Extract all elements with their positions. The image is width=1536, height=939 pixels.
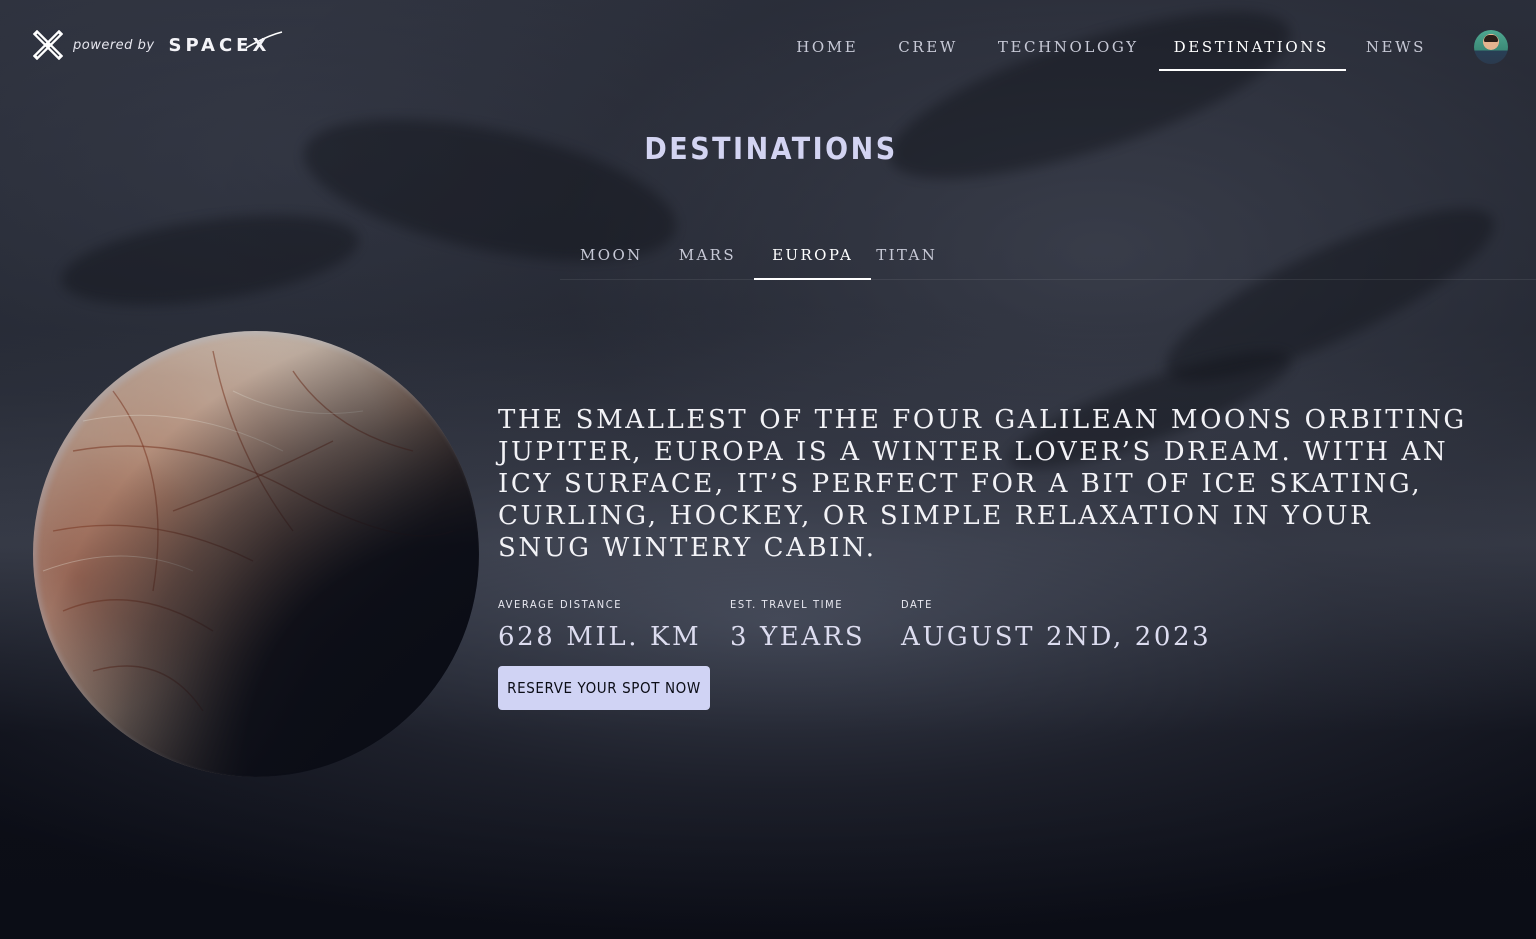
stat-value: 3 YEARS (730, 622, 866, 652)
powered-by-label: powered by (73, 37, 155, 53)
destination-description: THE SMALLEST OF THE FOUR GALILEAN MOONS … (498, 405, 1467, 563)
stat-travel-time: EST. TRAVEL TIME 3 YEARS (730, 598, 901, 652)
brand-logo[interactable]: powered by SPACEX (33, 30, 284, 60)
nav-item-technology[interactable]: TECHNOLOGY (978, 0, 1159, 94)
destinations-page: powered by SPACEX HOME CREW TECHNOLOGY D… (0, 0, 1536, 939)
background-cloud (55, 199, 365, 321)
stat-label: DATE (901, 598, 934, 611)
tab-europa[interactable]: EUROPA (754, 233, 872, 280)
page-title: DESTINATIONS (644, 132, 898, 167)
stat-average-distance: AVERAGE DISTANCE 628 MIL. KM (498, 598, 730, 652)
site-header: powered by SPACEX HOME CREW TECHNOLOGY D… (0, 0, 1536, 94)
nav-item-crew[interactable]: CREW (878, 0, 978, 94)
tab-moon[interactable]: MOON (562, 233, 661, 280)
reserve-spot-button[interactable]: RESERVE YOUR SPOT NOW (498, 666, 710, 710)
stat-value: AUGUST 2ND, 2023 (901, 622, 1212, 652)
destination-tabs: MOON MARS EUROPA TITAN (562, 233, 955, 280)
nav-item-destinations[interactable]: DESTINATIONS (1158, 0, 1346, 94)
destination-stats: AVERAGE DISTANCE 628 MIL. KM EST. TRAVEL… (498, 598, 1211, 652)
stat-date: DATE AUGUST 2ND, 2023 (901, 598, 1211, 652)
spacex-wordmark: SPACEX (168, 34, 271, 56)
nav-item-home[interactable]: HOME (776, 0, 878, 94)
tab-mars[interactable]: MARS (661, 233, 754, 280)
stat-label: AVERAGE DISTANCE (498, 598, 623, 611)
tab-titan[interactable]: TITAN (871, 233, 955, 280)
planet-surface-lines (42, 350, 454, 712)
user-avatar[interactable] (1474, 30, 1508, 64)
stat-label: EST. TRAVEL TIME (730, 598, 844, 611)
main-nav: HOME CREW TECHNOLOGY DESTINATIONS NEWS (776, 0, 1446, 94)
europa-planet-image (33, 331, 479, 777)
x-mark-icon (33, 30, 63, 60)
nav-item-news[interactable]: NEWS (1346, 0, 1446, 94)
stat-value: 628 MIL. KM (498, 622, 702, 652)
